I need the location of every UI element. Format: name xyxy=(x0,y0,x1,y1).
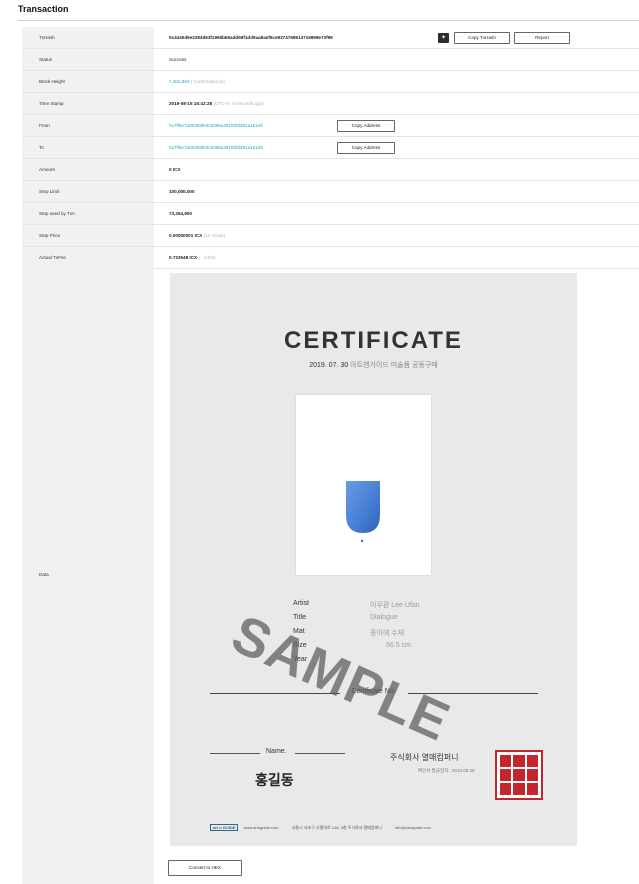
copy-from-address-button[interactable]: Copy Address xyxy=(337,120,395,132)
step-price-value: 0.00000001 ICX (10 Gloop) xyxy=(169,225,225,246)
name-line-left xyxy=(210,753,260,754)
time-stamp-value: 2019-08-15 15:42:28 (UTC+9, 8 seconds ag… xyxy=(169,93,264,114)
transaction-table: TxHash 0x3440d9e2383d63f1966b69add69f1dd… xyxy=(22,27,639,269)
copy-txhash-button[interactable]: Copy TxHash xyxy=(454,32,510,44)
row-step-used: Step used by Txn 73,354,800 xyxy=(22,203,639,225)
time-stamp-note: (UTC+9, 8 seconds ago) xyxy=(213,101,264,106)
artist-label: Artist xyxy=(293,600,309,607)
certificate-event: 아트앤가이드 미술품 공동구매 xyxy=(350,362,438,369)
footer-url: www.artnguide.com xyxy=(243,825,279,830)
title-divider xyxy=(18,20,639,21)
confirmation-note: ( Confirmation(s) xyxy=(190,79,225,84)
title-value: Dialogue xyxy=(370,614,398,621)
name-label: Name. xyxy=(266,748,287,755)
step-price-label: Step Price xyxy=(22,225,154,246)
sample-watermark: SAMPLE xyxy=(223,603,459,753)
from-address-link[interactable]: hx7ff5e7a00268fe0c5096a491f6f2bf81a151eb xyxy=(169,123,263,128)
actual-fee-text: 0.733548 ICX xyxy=(169,255,198,260)
amount-value: 0 ICX xyxy=(169,167,181,172)
material-value: 종이에 수채 xyxy=(370,630,405,637)
data-label: Data xyxy=(22,265,154,884)
block-height-label: Block Height xyxy=(22,71,154,92)
txhash-label: TxHash xyxy=(22,27,154,48)
name-line-right xyxy=(295,753,345,754)
title-label: Title xyxy=(293,614,306,621)
row-amount: Amount 0 ICX xyxy=(22,159,639,181)
company-issue-date: 확인서 발급일자 : 2019.08.26 xyxy=(418,768,475,773)
row-step-limit: Step Limit 100,000,000 xyxy=(22,181,639,203)
certificate-footer: art n GUIDE www.artnguide.com 서울시 서초구 사평… xyxy=(210,824,550,831)
row-txhash: TxHash 0x3440d9e2383d63f1966b69add69f1dd… xyxy=(22,27,639,49)
to-label: To xyxy=(22,137,154,158)
row-step-price: Step Price 0.00000001 ICX (10 Gloop) xyxy=(22,225,639,247)
time-stamp-text: 2019-08-15 15:42:28 xyxy=(169,101,213,106)
report-button[interactable]: Report xyxy=(514,32,570,44)
twitter-icon[interactable]: ✦ xyxy=(438,33,449,43)
time-stamp-label: Time Stamp xyxy=(22,93,154,114)
block-height-link[interactable]: 7,302,894 xyxy=(169,79,189,84)
txhash-value[interactable]: 0x3440d9e2383d63f1966b69add69f1dd9aa9aef… xyxy=(169,27,333,48)
page-title: Transaction xyxy=(18,4,69,14)
size-value: 56.5 cm xyxy=(386,642,411,649)
artwork-frame xyxy=(296,395,431,575)
footer-address: 서울시 서초구 사평대로 148, 9층 주식회사 열매컴퍼니 xyxy=(291,825,382,830)
status-value: Success xyxy=(169,57,187,62)
copy-to-address-button[interactable]: Copy Address xyxy=(337,142,395,154)
name-value: 홍길동 xyxy=(255,772,294,788)
company-name: 주식회사 열매컴퍼니 xyxy=(390,753,459,762)
from-value: hx7ff5e7a00268fe0c5096a491f6f2bf81a151eb xyxy=(169,115,263,136)
row-time-stamp: Time Stamp 2019-08-15 15:42:28 (UTC+9, 8… xyxy=(22,93,639,115)
amount-label: Amount xyxy=(22,159,154,180)
certificate-subtitle: 2019. 07. 30 아트앤가이드 미술품 공동구매 xyxy=(170,360,577,370)
actual-fee-note: ( - USD) xyxy=(198,255,216,260)
certificate-title: CERTIFICATE xyxy=(284,327,463,354)
convert-to-hex-button[interactable]: Convert to HEX xyxy=(168,860,242,876)
footer-email: info@artnguide.com xyxy=(395,825,431,830)
from-label: From xyxy=(22,115,154,136)
step-price-note: (10 Gloop) xyxy=(203,233,226,238)
status-label: Status xyxy=(22,49,154,70)
artist-value: 이우환 Lee Ufan xyxy=(370,602,420,609)
step-used-value: 73,354,800 xyxy=(169,211,192,216)
certificate-date: 2019. 07. 30 xyxy=(309,362,349,369)
step-limit-value: 100,000,000 xyxy=(169,189,195,194)
footer-logo: art n GUIDE xyxy=(210,824,239,831)
company-seal xyxy=(495,750,543,800)
row-block-height: Block Height 7,302,894 ( Confirmation(s) xyxy=(22,71,639,93)
step-used-label: Step used by Txn xyxy=(22,203,154,224)
to-address-link[interactable]: hx7ff5e7a00268fe0c5096a491f6f2bf81a151eb xyxy=(169,145,263,150)
to-value: hx7ff5e7a00268fe0c5096a491f6f2bf81a151eb xyxy=(169,137,263,158)
certificate-image: CERTIFICATE 2019. 07. 30 아트앤가이드 미술품 공동구매… xyxy=(170,273,577,846)
block-height-value: 7,302,894 ( Confirmation(s) xyxy=(169,71,225,92)
step-limit-label: Step Limit xyxy=(22,181,154,202)
step-price-text: 0.00000001 ICX xyxy=(169,233,203,238)
artwork-image xyxy=(346,481,380,543)
row-from: From hx7ff5e7a00268fe0c5096a491f6f2bf81a… xyxy=(22,115,639,137)
row-to: To hx7ff5e7a00268fe0c5096a491f6f2bf81a15… xyxy=(22,137,639,159)
row-status: Status Success xyxy=(22,49,639,71)
